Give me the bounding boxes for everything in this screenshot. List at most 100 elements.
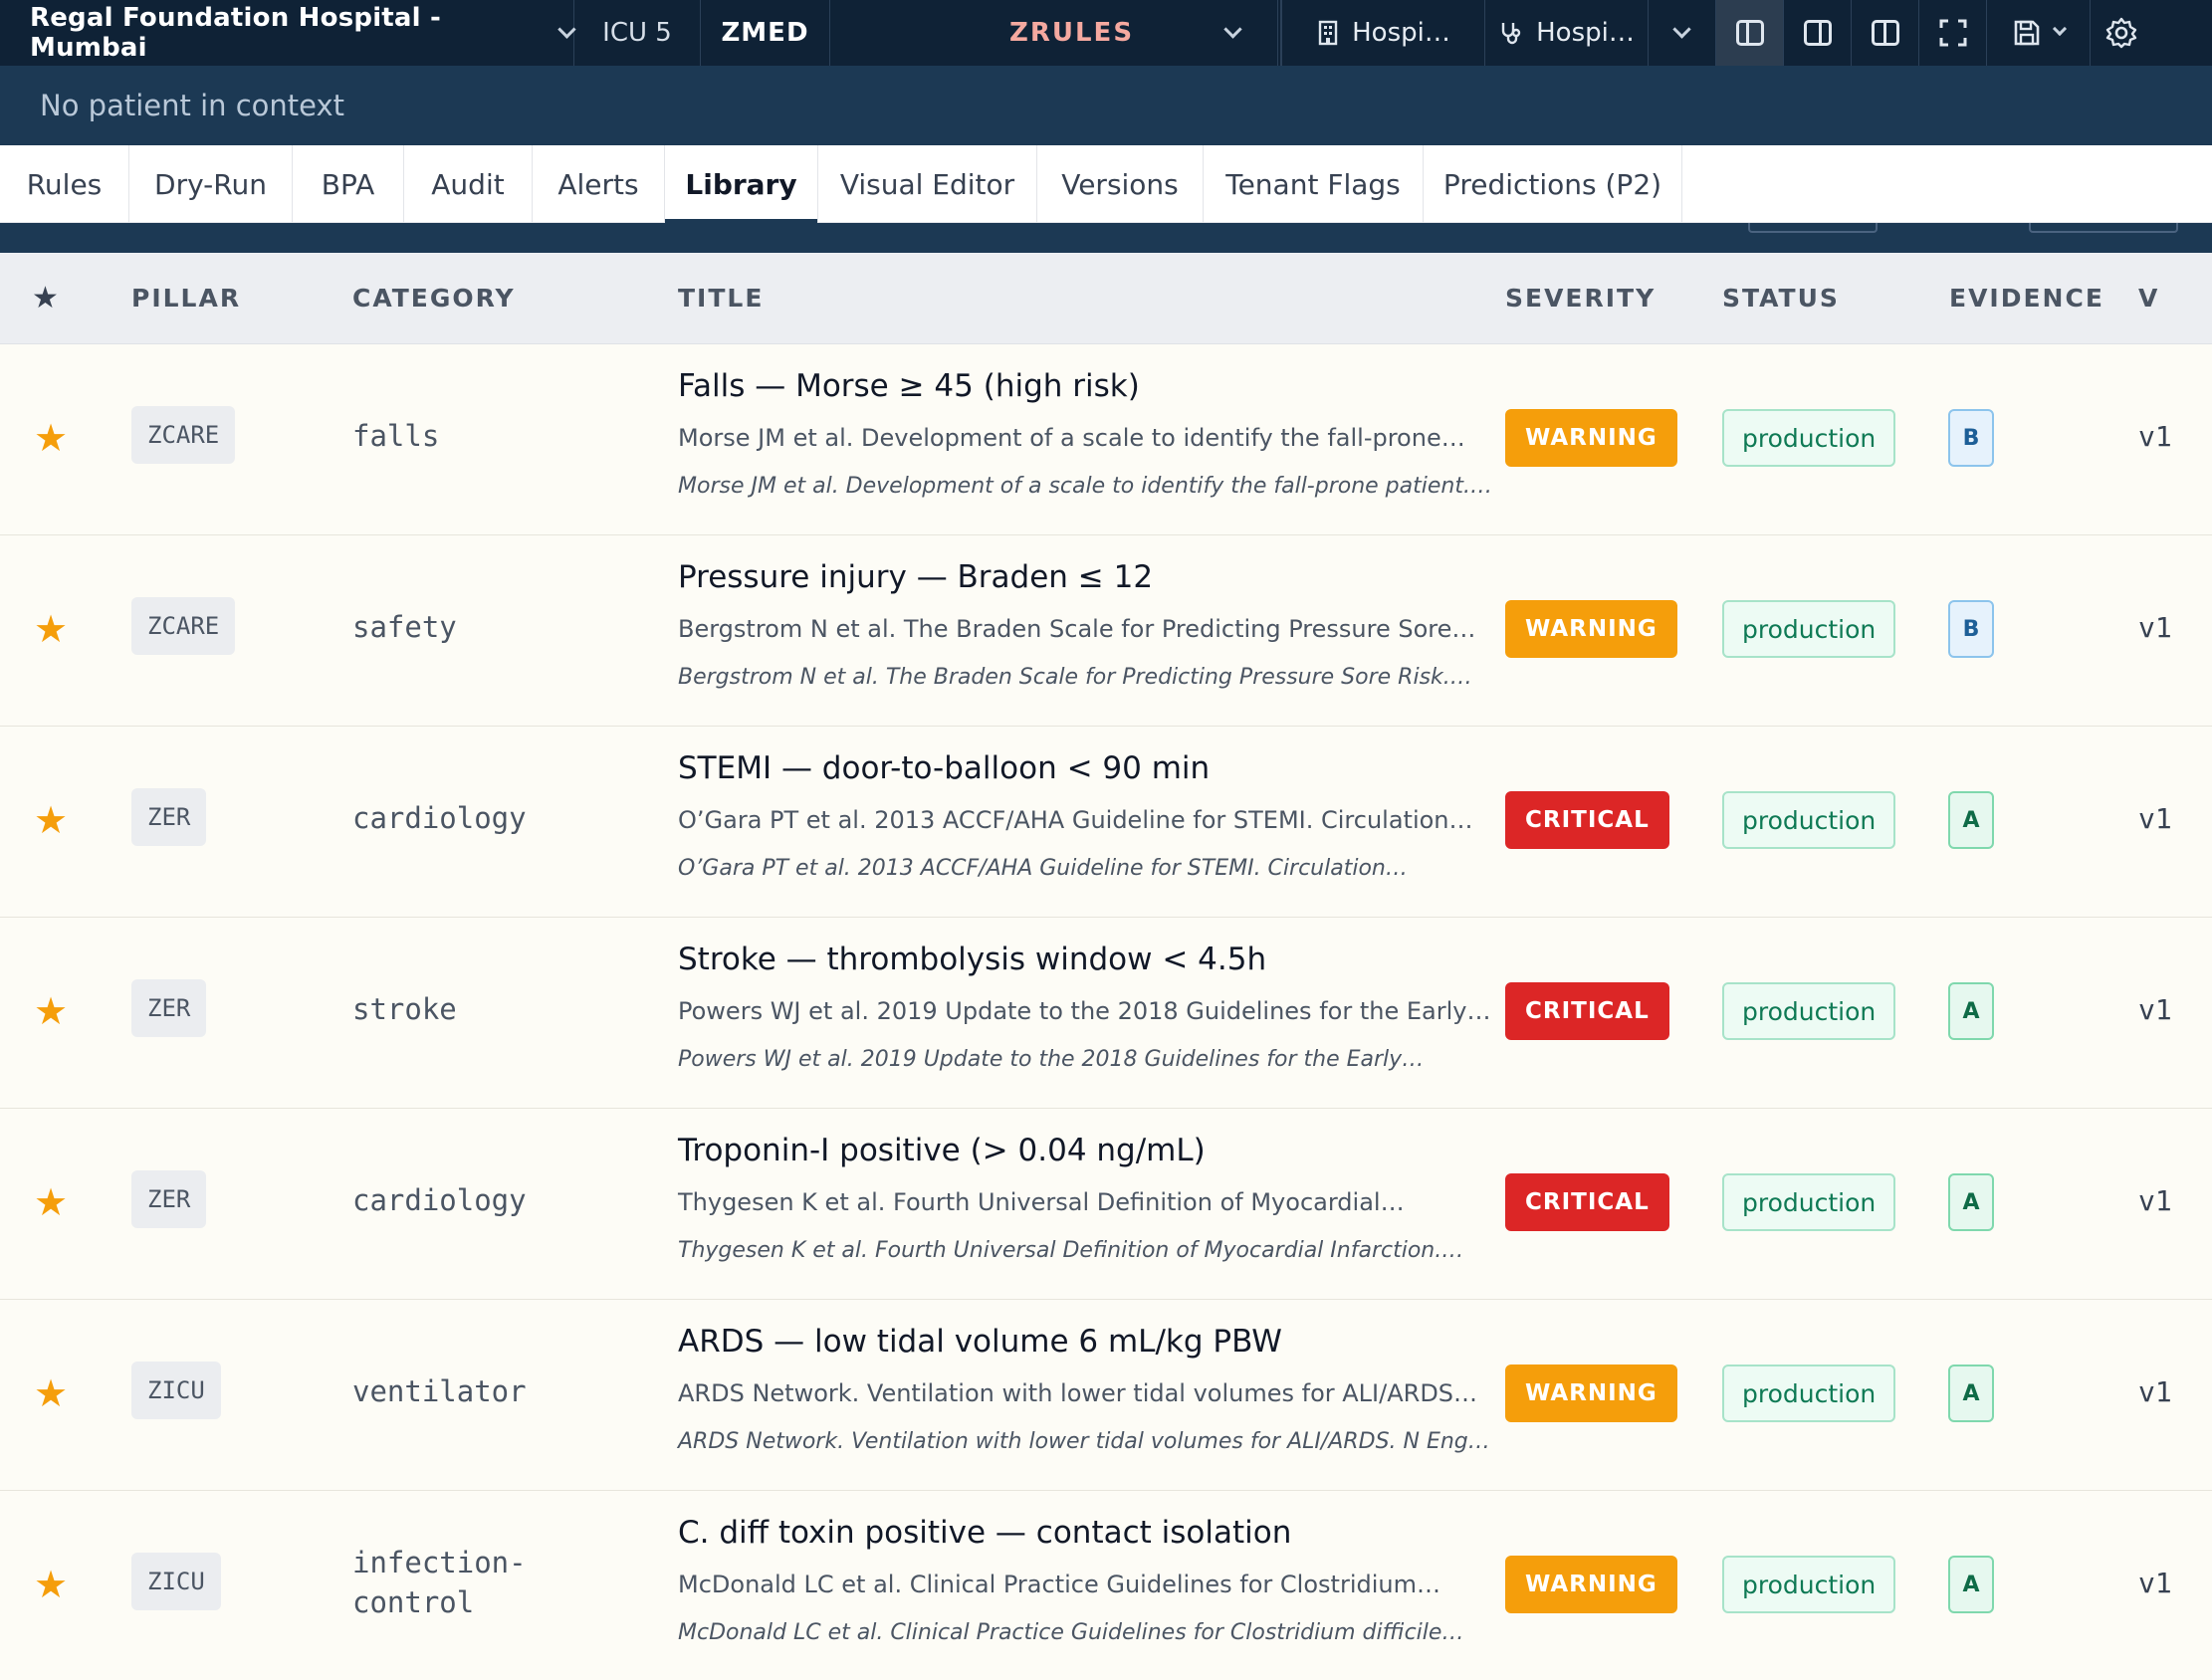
category-column-header[interactable]: CATEGORY — [352, 284, 516, 313]
unit-selector[interactable]: ICU 5 — [574, 0, 701, 66]
tab-versions[interactable]: Versions — [1037, 145, 1204, 223]
tab-library[interactable]: Library — [665, 145, 818, 223]
table-row[interactable]: ★ ZICU infection- control C. diff toxin … — [0, 1491, 2212, 1680]
status-badge: production — [1722, 409, 1896, 467]
tab-audit[interactable]: Audit — [404, 145, 533, 223]
rule-title[interactable]: Falls — Morse ≥ 45 (high risk) — [678, 368, 1140, 404]
rule-citation: ARDS Network. Ventilation with lower tid… — [678, 1429, 1490, 1454]
panel-split-button[interactable] — [1852, 0, 1919, 66]
context-tab-label: Hospi… — [1536, 18, 1635, 48]
rule-title[interactable]: ARDS — low tidal volume 6 mL/kg PBW — [678, 1324, 1282, 1360]
category-line: infection- — [352, 1546, 527, 1579]
chevron-down-icon — [1672, 19, 1691, 39]
table-row[interactable]: ★ ZCARE falls Falls — Morse ≥ 45 (high r… — [0, 344, 2212, 535]
version-label: v1 — [2138, 993, 2172, 1026]
evidence-column-header[interactable]: EVIDENCE — [1949, 284, 2104, 313]
tab-tenant-flags[interactable]: Tenant Flags — [1204, 145, 1424, 223]
module-label: ZMED — [721, 18, 809, 48]
favorite-star-icon[interactable]: ★ — [34, 416, 68, 460]
version-label: v1 — [2138, 1184, 2172, 1217]
rule-title[interactable]: C. diff toxin positive — contact isolati… — [678, 1515, 1291, 1551]
star-column-header[interactable]: ★ — [32, 281, 61, 315]
top-bar: Regal Foundation Hospital - Mumbai ICU 5… — [0, 0, 2212, 66]
panel-right-button[interactable] — [1784, 0, 1852, 66]
hospital-selector[interactable]: Regal Foundation Hospital - Mumbai — [0, 0, 576, 66]
chevron-down-icon — [1223, 19, 1242, 39]
category-label: cardiology — [352, 801, 527, 835]
favorite-star-icon[interactable]: ★ — [34, 607, 68, 651]
panel-left-button[interactable] — [1716, 0, 1784, 66]
table-row[interactable]: ★ ZER stroke Stroke — thrombolysis windo… — [0, 918, 2212, 1109]
rule-title[interactable]: Troponin-I positive (> 0.04 ng/mL) — [678, 1133, 1206, 1168]
status-badge: production — [1722, 1365, 1896, 1422]
panel-right-icon — [1803, 20, 1832, 46]
title-column-header[interactable]: TITLE — [678, 284, 764, 313]
module-zmed[interactable]: ZMED — [701, 0, 830, 66]
pillar-badge: ZER — [131, 788, 207, 846]
table-row[interactable]: ★ ZCARE safety Pressure injury — Braden … — [0, 535, 2212, 727]
favorite-star-icon[interactable]: ★ — [34, 1371, 68, 1415]
rule-summary: ARDS Network. Ventilation with lower tid… — [678, 1379, 1478, 1407]
evidence-badge: B — [1948, 409, 1994, 467]
category-label: infection- control — [352, 1543, 527, 1622]
table-header: ★ PILLAR CATEGORY TITLE SEVERITY STATUS … — [0, 253, 2212, 344]
rule-citation: Thygesen K et al. Fourth Universal Defin… — [678, 1238, 1464, 1263]
table-row[interactable]: ★ ZICU ventilator ARDS — low tidal volum… — [0, 1300, 2212, 1491]
next-button[interactable] — [2029, 223, 2178, 233]
category-label: ventilator — [352, 1374, 527, 1408]
rule-title[interactable]: STEMI — door-to-balloon < 90 min — [678, 750, 1210, 786]
status-badge: production — [1722, 791, 1896, 849]
settings-button[interactable] — [2091, 0, 2152, 66]
save-menu-button[interactable] — [1987, 0, 2091, 66]
category-label: safety — [352, 610, 457, 644]
tab-bpa[interactable]: BPA — [293, 145, 404, 223]
rule-title[interactable]: Stroke — thrombolysis window < 4.5h — [678, 942, 1266, 977]
evidence-badge: B — [1948, 600, 1994, 658]
rule-citation: O’Gara PT et al. 2013 ACCF/AHA Guideline… — [678, 856, 1408, 881]
tab-rules[interactable]: Rules — [0, 145, 129, 223]
table-row[interactable]: ★ ZER cardiology Troponin-I positive (> … — [0, 1109, 2212, 1300]
unit-label: ICU 5 — [602, 18, 672, 48]
evidence-badge: A — [1948, 1173, 1994, 1231]
version-column-header[interactable]: V — [2138, 284, 2159, 313]
product-selector[interactable]: ZRULES — [830, 0, 1278, 66]
favorite-star-icon[interactable]: ★ — [34, 1563, 68, 1606]
status-column-header[interactable]: STATUS — [1722, 284, 1840, 313]
rule-summary: Powers WJ et al. 2019 Update to the 2018… — [678, 997, 1491, 1025]
building-icon — [1318, 20, 1338, 46]
pillar-badge: ZICU — [131, 1362, 221, 1419]
status-badge: production — [1722, 1173, 1896, 1231]
severity-column-header[interactable]: SEVERITY — [1505, 284, 1656, 313]
evidence-badge: A — [1948, 1556, 1994, 1613]
rule-citation: Morse JM et al. Development of a scale t… — [678, 474, 1492, 499]
tab-predictions[interactable]: Predictions (P2) — [1424, 145, 1682, 223]
prev-button[interactable] — [1748, 223, 1878, 233]
tab-dry-run[interactable]: Dry-Run — [129, 145, 293, 223]
favorite-star-icon[interactable]: ★ — [34, 1180, 68, 1224]
tab-visual-editor[interactable]: Visual Editor — [818, 145, 1037, 223]
pillar-badge: ZCARE — [131, 406, 236, 464]
rule-title[interactable]: Pressure injury — Braden ≤ 12 — [678, 559, 1153, 595]
fullscreen-icon — [1939, 19, 1966, 47]
fullscreen-button[interactable] — [1919, 0, 1987, 66]
favorite-star-icon[interactable]: ★ — [34, 989, 68, 1033]
rule-citation: Bergstrom N et al. The Braden Scale for … — [678, 665, 1472, 690]
severity-badge: WARNING — [1505, 600, 1677, 658]
rule-summary: Thygesen K et al. Fourth Universal Defin… — [678, 1188, 1405, 1216]
gear-icon — [2105, 17, 2137, 49]
stethoscope-icon — [1501, 23, 1521, 45]
panel-left-icon — [1735, 20, 1764, 46]
rule-citation: McDonald LC et al. Clinical Practice Gui… — [678, 1620, 1464, 1645]
context-tab-hospital-b[interactable]: Hospi… — [1485, 0, 1649, 66]
tab-alerts[interactable]: Alerts — [533, 145, 665, 223]
pillar-column-header[interactable]: PILLAR — [131, 284, 241, 313]
evidence-badge: A — [1948, 791, 1994, 849]
context-tab-dropdown[interactable] — [1649, 0, 1716, 66]
context-tab-hospital-a[interactable]: Hospi… — [1282, 0, 1485, 66]
favorite-star-icon[interactable]: ★ — [34, 798, 68, 842]
table-row[interactable]: ★ ZER cardiology STEMI — door-to-balloon… — [0, 727, 2212, 918]
hospital-name: Regal Foundation Hospital - Mumbai — [30, 3, 442, 63]
tab-bar: Rules Dry-Run BPA Audit Alerts Library V… — [0, 145, 2212, 223]
category-label: cardiology — [352, 1183, 527, 1217]
save-icon — [2014, 20, 2039, 46]
